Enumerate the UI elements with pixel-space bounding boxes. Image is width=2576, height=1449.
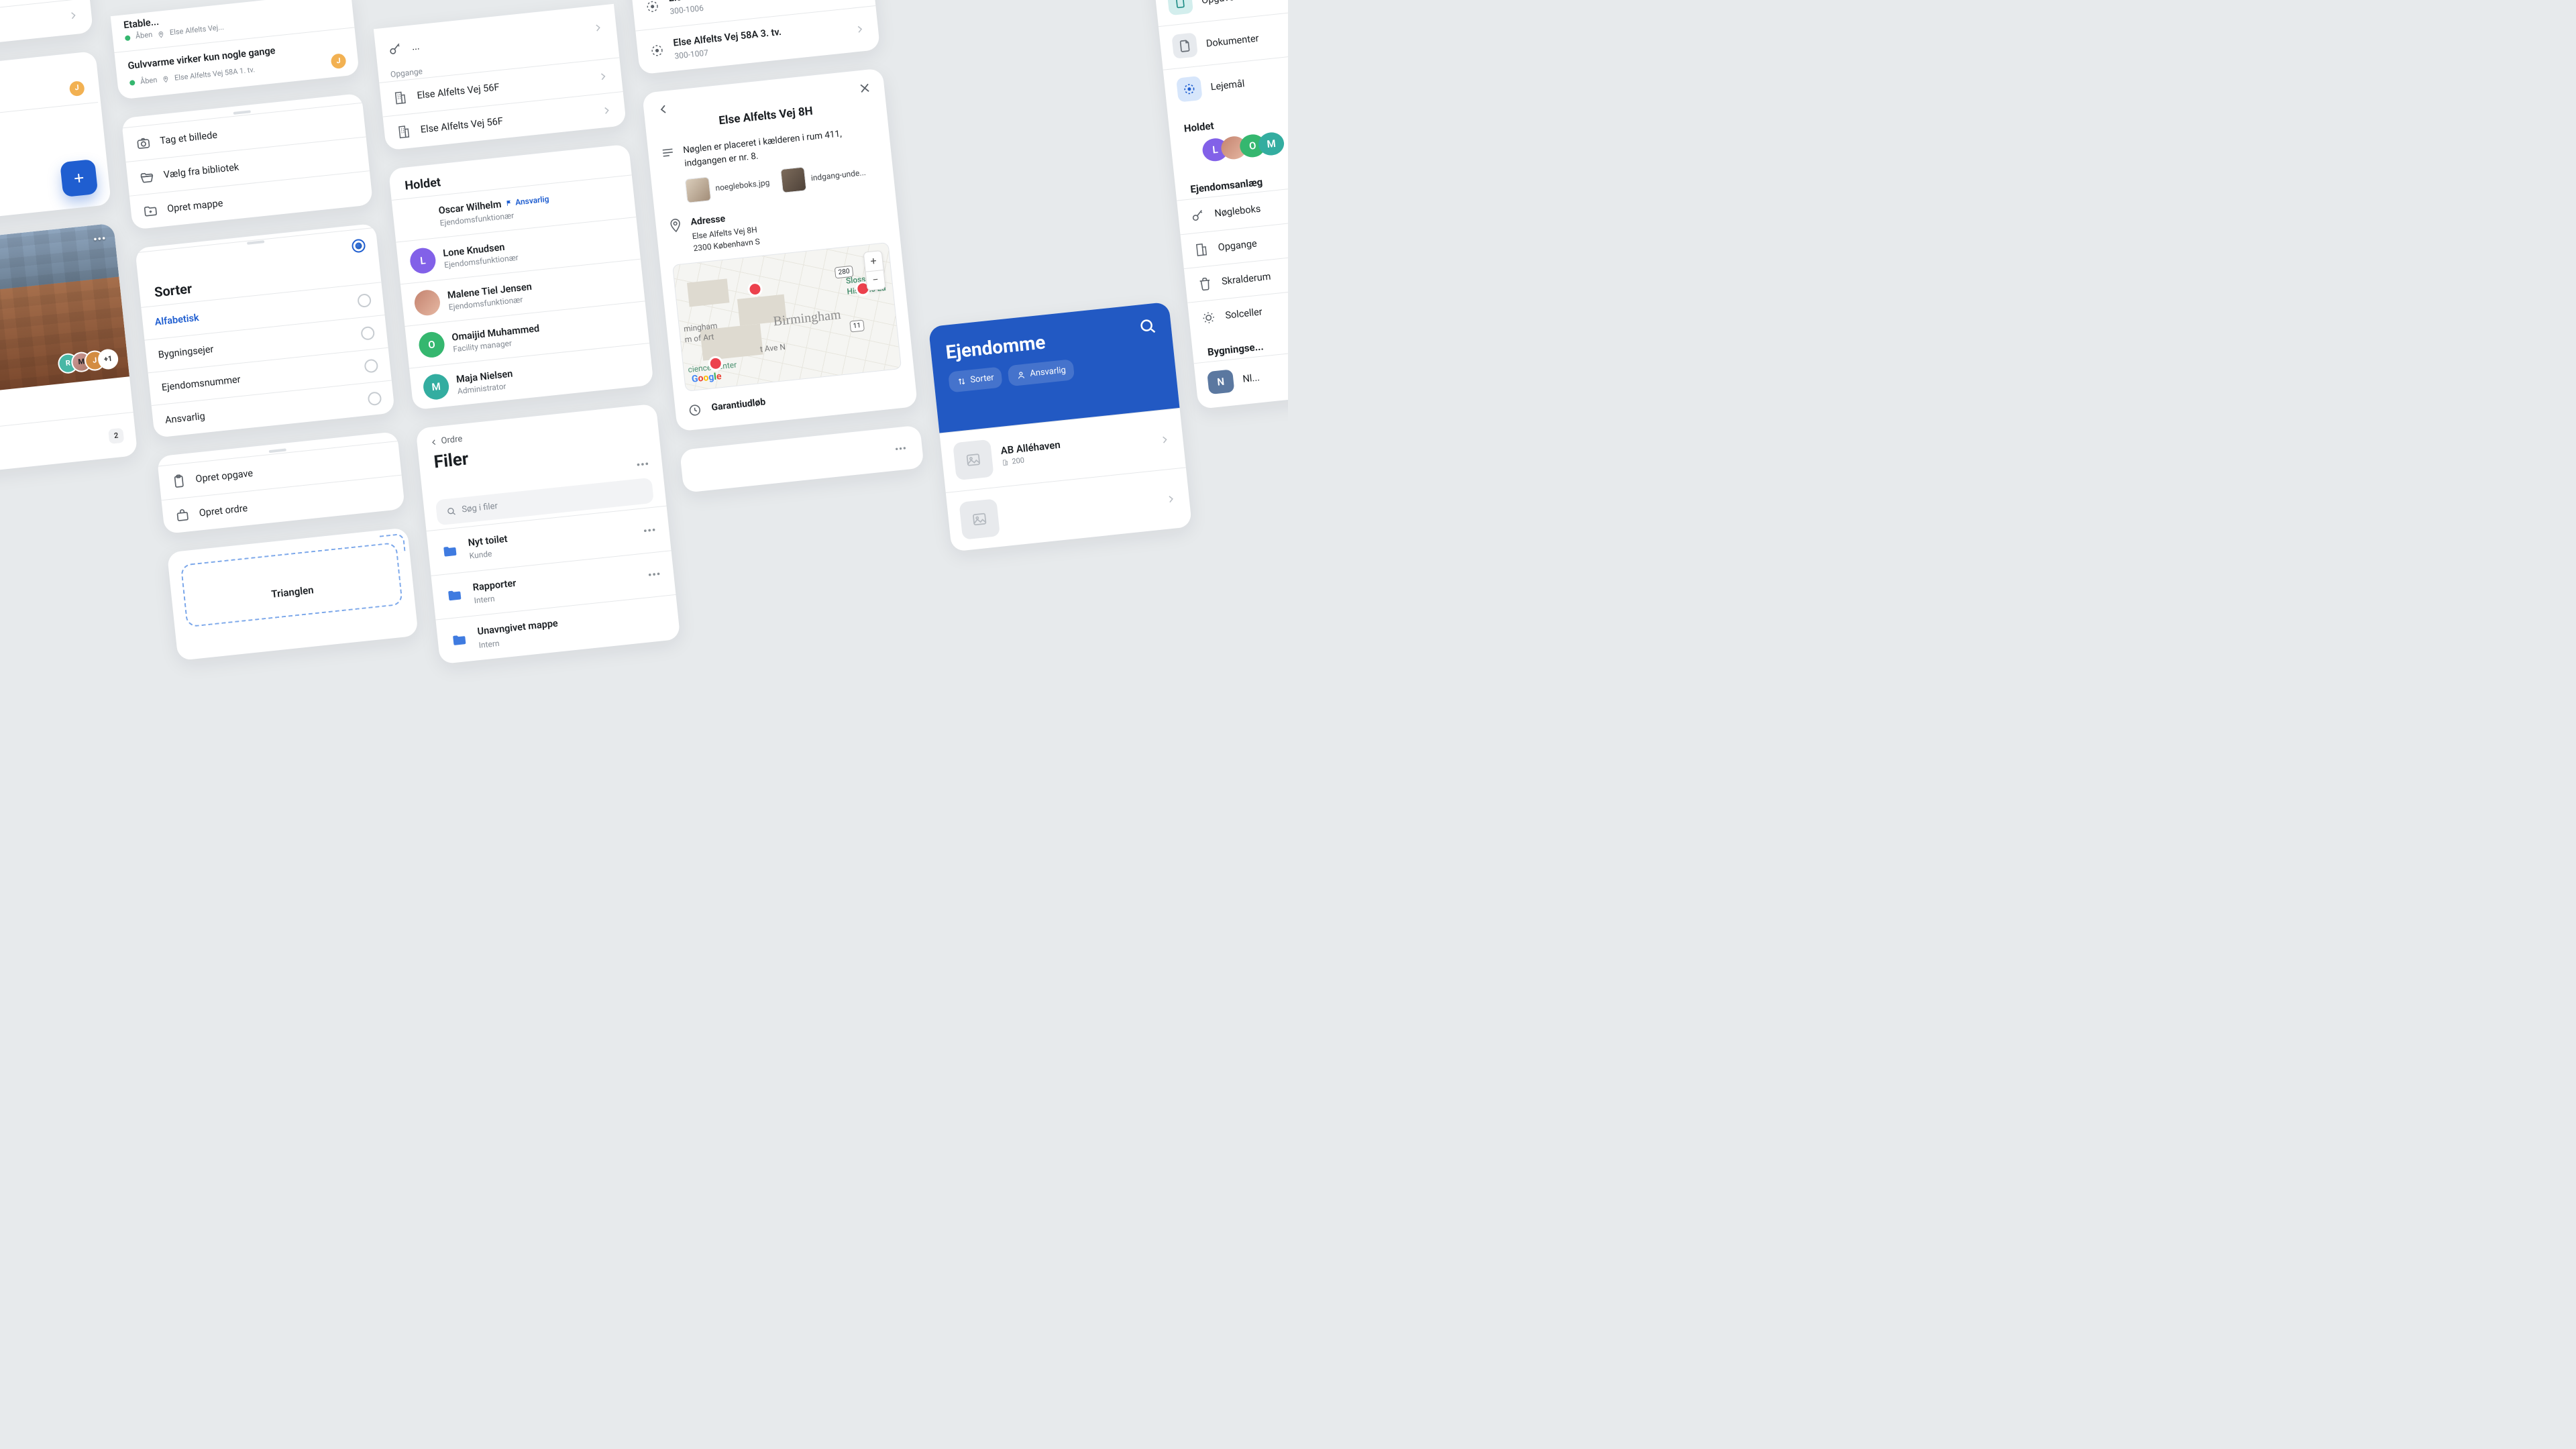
key-icon [387, 41, 403, 57]
chevron-right-icon [1158, 433, 1171, 447]
property-name: AB Alléhaven [1000, 429, 1150, 458]
search-icon [445, 505, 458, 517]
owner-avatar: N [1207, 370, 1234, 395]
route-shield: 280 [835, 265, 854, 278]
nav-label: Dokumenter [1205, 21, 1288, 50]
warranty-label: Garantiudløb [711, 382, 904, 415]
status-dot [125, 35, 131, 41]
thumbnail [685, 176, 712, 203]
search-icon[interactable] [1136, 315, 1159, 337]
more-icon[interactable] [91, 231, 108, 251]
chevron-right-icon [66, 9, 80, 23]
more-icon[interactable] [646, 566, 662, 582]
target-icon [649, 43, 665, 59]
tenancies-icon [1176, 76, 1203, 103]
briefcase-icon [174, 507, 191, 523]
owner-name: Nl... [1242, 354, 1288, 386]
task-truncated: Etable... [123, 0, 340, 32]
chevron-right-icon [1165, 492, 1178, 506]
sun-icon [1201, 309, 1217, 325]
folder-icon [445, 586, 465, 604]
zoom-out[interactable]: − [866, 270, 885, 290]
avatar-photo [413, 289, 441, 317]
clipboard-icon [171, 473, 187, 489]
attachment-name: indgang-unde... [810, 167, 866, 184]
fab-create[interactable] [60, 159, 98, 197]
note-icon [659, 145, 676, 161]
organize-dropzone[interactable]: Trianglen [180, 542, 403, 628]
ordre-count: 2 [108, 428, 124, 444]
map[interactable]: Birmingham Sloss Furn Historic La mingha… [672, 242, 902, 392]
folder-open-icon [139, 169, 155, 185]
chevron-right-icon [596, 70, 610, 83]
building-icon [1193, 241, 1210, 258]
more-icon[interactable] [641, 522, 657, 538]
avatar-photo [405, 205, 433, 233]
avatar-initial: M [422, 373, 450, 401]
documents-icon [1171, 33, 1198, 60]
zoom-in[interactable]: + [864, 251, 883, 272]
key-icon [1190, 207, 1206, 223]
folder-icon [440, 542, 460, 560]
map-zoom-controls[interactable]: + − [863, 250, 886, 291]
image-placeholder-icon [959, 499, 1000, 541]
camera-icon [136, 135, 152, 151]
chip-sort[interactable]: Sorter [948, 366, 1003, 393]
stair-label: Else Alfelts Vej 56F [420, 106, 592, 137]
building-icon [392, 90, 409, 106]
chevron-right-icon [592, 21, 605, 35]
attachment[interactable]: noegleboks.jpg [685, 170, 771, 203]
avatar-initial: L [409, 247, 437, 275]
assignee-avatar: J [69, 80, 85, 97]
responsible-tag: Ansvarlig [505, 194, 549, 209]
nav-label: Lejemål [1210, 61, 1288, 93]
person-name-partial: sen [0, 11, 58, 44]
radio[interactable] [357, 293, 372, 308]
image-placeholder-icon [953, 439, 994, 481]
folder-icon [449, 631, 470, 649]
close-icon[interactable] [857, 80, 873, 97]
list-item[interactable]: sen [0, 0, 93, 55]
chevron-right-icon [853, 23, 867, 36]
nav-ordre-label: Ordre [0, 431, 100, 461]
task-location: Else Alfelts Vej 58A 1. tv. [174, 65, 255, 83]
location-icon [162, 76, 170, 83]
radio[interactable] [364, 359, 378, 374]
more-icon[interactable] [894, 441, 909, 460]
task-status: Åben [135, 30, 153, 42]
chevron-right-icon [600, 104, 614, 117]
nav-label: Opgaver [1201, 0, 1288, 7]
attachment-name: noegleboks.jpg [715, 177, 770, 194]
folder-plus-icon [142, 203, 158, 219]
thumbnail [780, 166, 807, 193]
task-status: Åben [140, 75, 158, 87]
more-icon[interactable] [635, 456, 651, 472]
status-dot [129, 80, 136, 86]
assignee-avatar: J [330, 53, 346, 69]
chip-responsible[interactable]: Ansvarlig [1008, 359, 1075, 387]
tasks-icon [1167, 0, 1194, 16]
building-icon [396, 124, 412, 140]
radio[interactable] [367, 391, 382, 406]
route-shield: 11 [849, 319, 865, 333]
radio[interactable] [360, 326, 375, 341]
back-icon[interactable] [655, 101, 672, 117]
trash-icon [1197, 276, 1213, 292]
location-icon [667, 217, 684, 233]
dropzone-label: Trianglen [271, 584, 315, 600]
clock-icon [687, 402, 703, 418]
avatar-initial: O [418, 331, 446, 360]
property-card[interactable]: R M J +1 Trianglen Ordre 2 [0, 223, 138, 481]
radio-selected-indicator [352, 239, 366, 254]
target-icon [645, 0, 661, 14]
attachment[interactable]: indgang-unde... [780, 160, 867, 193]
property-code: 200 [1012, 455, 1025, 467]
search-placeholder: Søg i filer [462, 500, 498, 516]
